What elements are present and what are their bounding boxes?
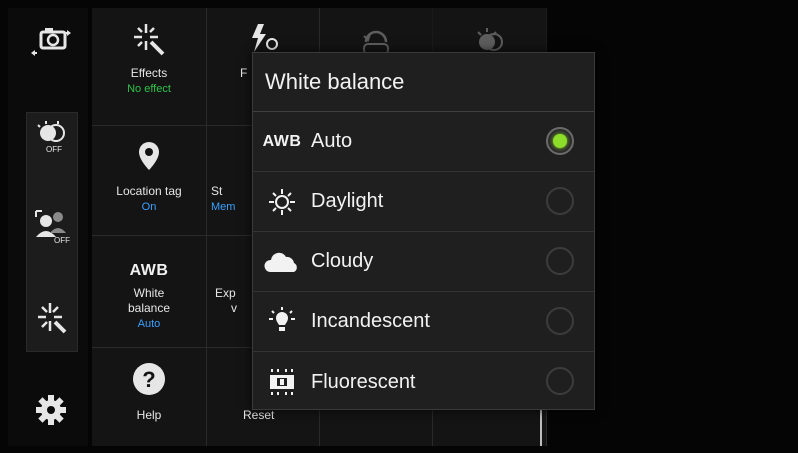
svg-text:?: ? <box>142 367 155 392</box>
effects-icon <box>132 16 166 56</box>
help-icon: ? <box>132 360 166 396</box>
hdr-icon <box>472 16 508 56</box>
option-cloudy[interactable]: Cloudy <box>253 232 594 292</box>
effects-shortcut-icon[interactable] <box>27 299 77 335</box>
sun-icon <box>253 187 311 217</box>
white-balance-label-line2: balance <box>127 301 171 315</box>
option-fluorescent[interactable]: Fluorescent <box>253 352 594 412</box>
option-daylight-label: Daylight <box>311 190 384 212</box>
svg-text:OFF: OFF <box>54 236 70 245</box>
effects-cell[interactable]: Effects No effect <box>92 8 207 126</box>
option-incandescent[interactable]: Incandescent <box>253 292 594 352</box>
option-fluorescent-label: Fluorescent <box>311 370 416 393</box>
awb-icon-text: AWB <box>129 262 169 279</box>
white-balance-dialog: White balance AWB Auto Daylight Cloudy I… <box>252 52 595 410</box>
radio-daylight[interactable] <box>546 187 574 215</box>
option-auto[interactable]: AWB Auto <box>253 112 594 172</box>
storage-label: St <box>211 184 223 198</box>
face-detection-off-icon[interactable]: OFF <box>27 205 77 245</box>
switch-camera-icon[interactable] <box>26 24 76 60</box>
option-auto-label: Auto <box>311 130 353 152</box>
flash-off-icon <box>246 16 280 56</box>
divider-line <box>540 410 542 446</box>
dialog-title: White balance <box>253 53 594 112</box>
svg-text:OFF: OFF <box>46 145 62 154</box>
location-tag-value: On <box>141 201 157 213</box>
location-tag-label: Location tag <box>116 184 182 198</box>
option-daylight[interactable]: Daylight <box>253 172 594 232</box>
location-tag-cell[interactable]: Location tag On <box>92 126 207 236</box>
settings-gear-icon[interactable] <box>26 392 76 428</box>
exposure-label-2: v <box>231 301 237 315</box>
fluorescent-icon <box>253 367 311 397</box>
radio-cloudy[interactable] <box>546 247 574 275</box>
camera-screen: OFF OFF Effects No effect F Location tag… <box>0 0 798 453</box>
help-label: Help <box>136 408 162 422</box>
radio-fluorescent[interactable] <box>546 367 574 395</box>
awb-icon: AWB <box>130 250 169 280</box>
white-balance-label-line1: White <box>133 286 165 300</box>
white-balance-value: Auto <box>137 318 161 330</box>
radio-auto-selected[interactable] <box>546 127 574 155</box>
awb-icon: AWB <box>253 133 311 151</box>
storage-value: Mem <box>211 201 236 213</box>
shortcut-rail: OFF OFF <box>26 112 78 352</box>
timer-off-icon <box>358 16 394 56</box>
hdr-off-icon[interactable]: OFF <box>27 119 77 155</box>
location-pin-icon <box>134 134 164 174</box>
effects-label: Effects <box>130 66 168 80</box>
radio-incandescent[interactable] <box>546 307 574 335</box>
bulb-icon <box>253 306 311 337</box>
option-cloudy-label: Cloudy <box>311 250 374 272</box>
awb-option-text: AWB <box>262 132 302 150</box>
option-incandescent-label: Incandescent <box>311 310 430 332</box>
cloud-icon <box>253 250 311 274</box>
white-balance-cell[interactable]: AWB White balance Auto <box>92 236 207 348</box>
help-cell[interactable]: ? Help <box>92 348 207 446</box>
flash-label: F <box>240 66 248 80</box>
effects-value: No effect <box>127 83 171 95</box>
exposure-label-1: Exp <box>215 286 236 300</box>
